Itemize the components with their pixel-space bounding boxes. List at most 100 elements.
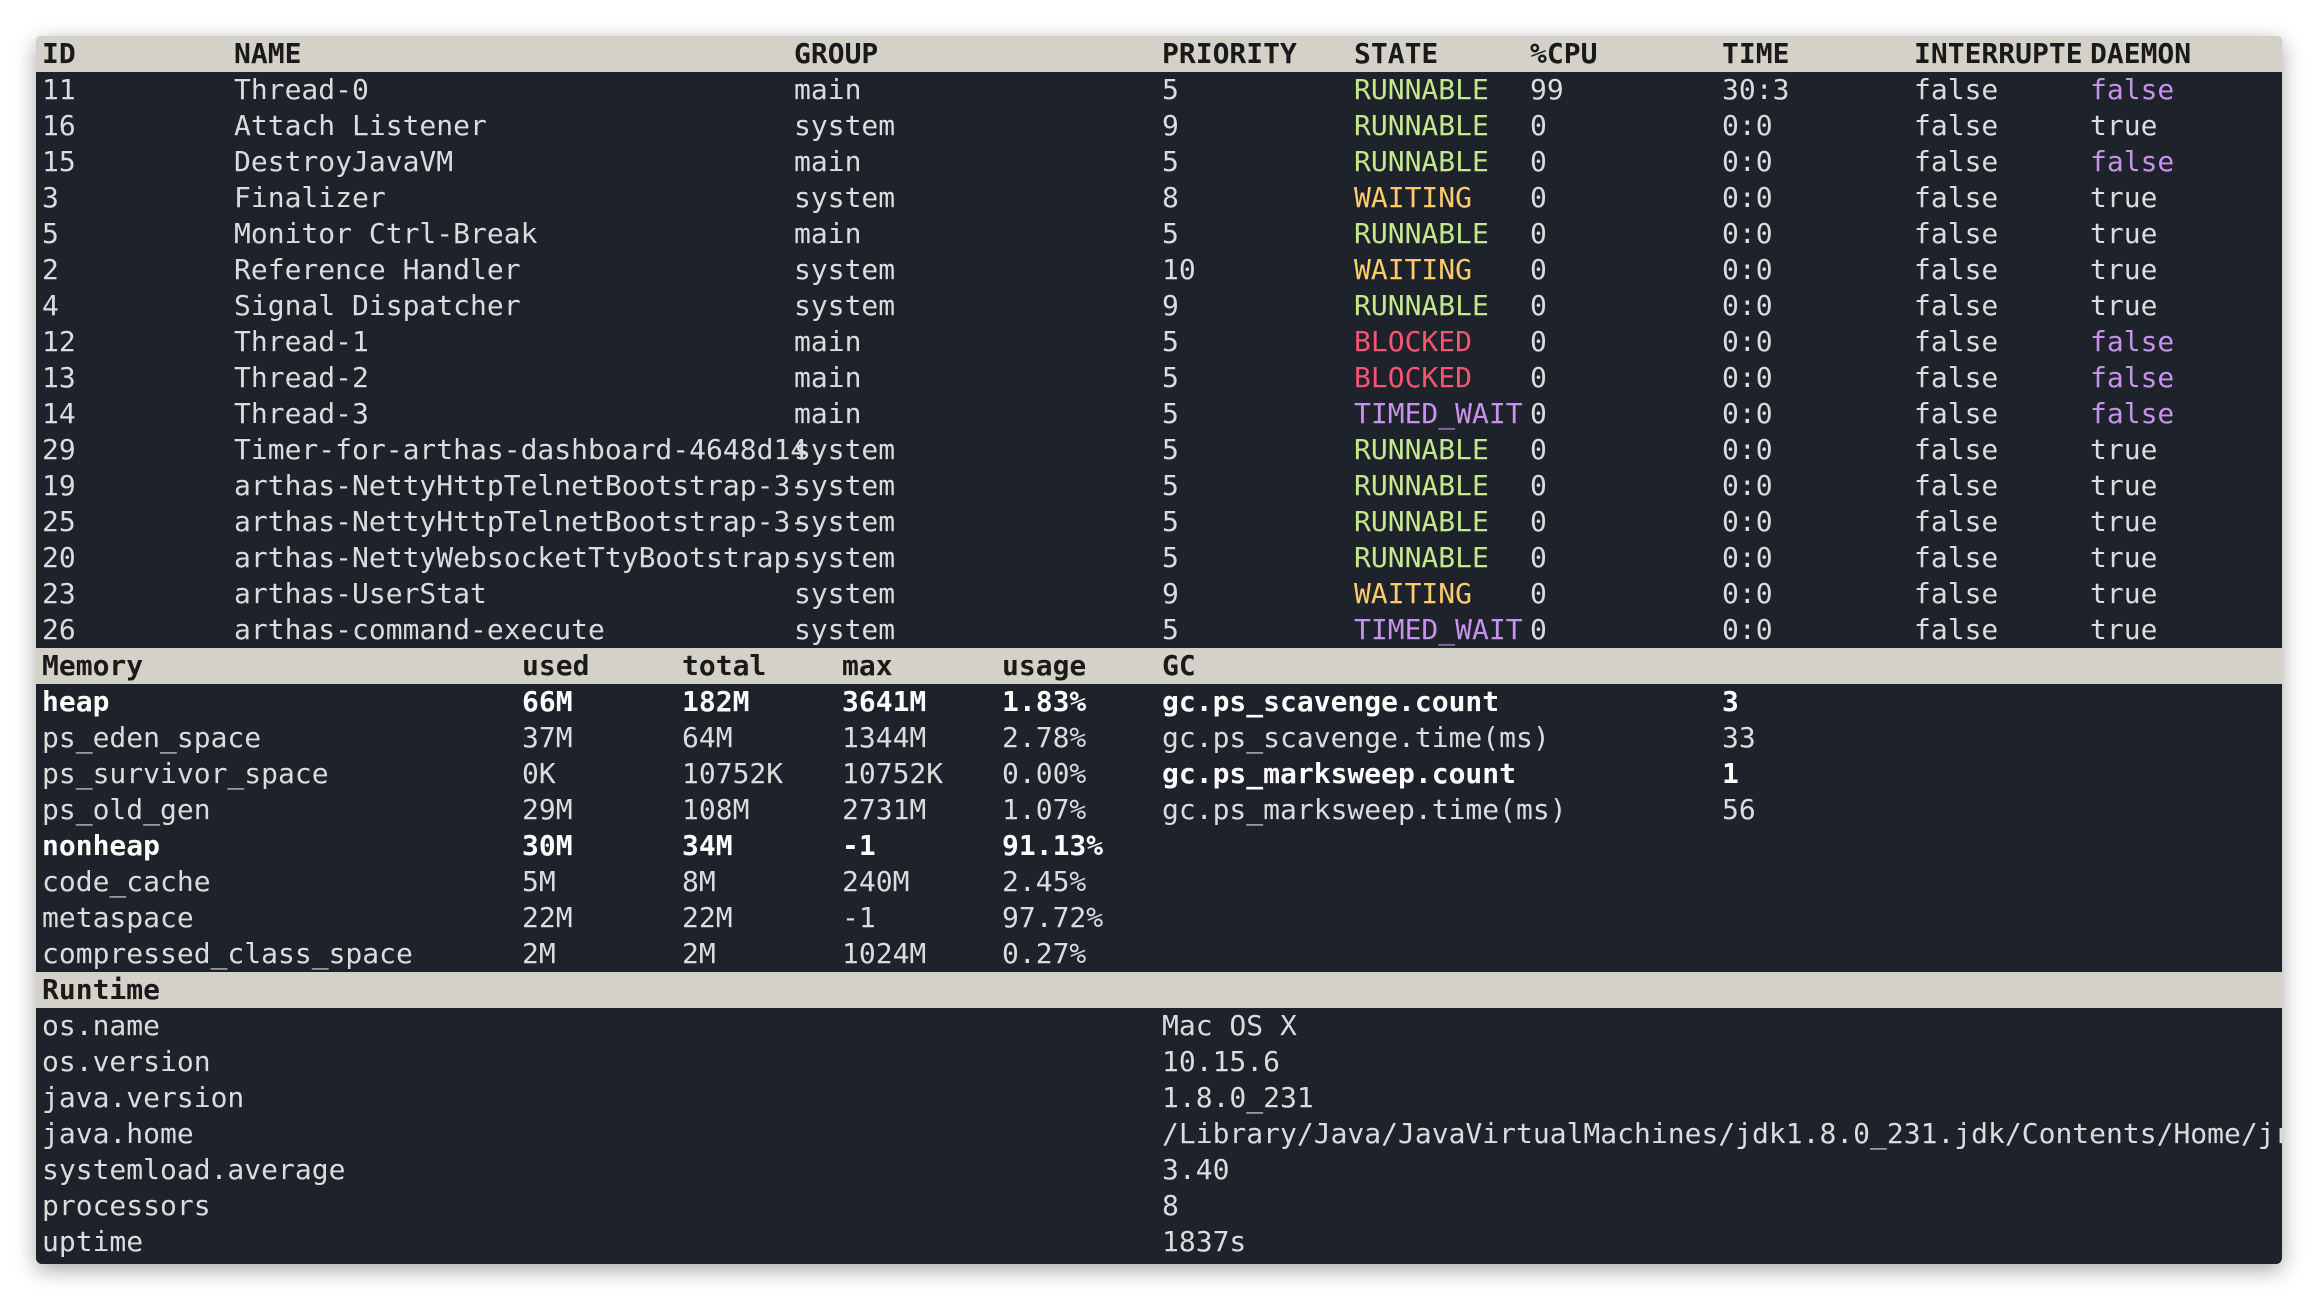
thread-state: RUNNABLE: [1354, 217, 1489, 250]
thread-daemon: true: [2090, 541, 2158, 574]
thread-id: 2: [42, 253, 59, 286]
thread-name: arthas-UserStat: [234, 577, 487, 610]
thread-row: 29 Timer-for-arthas-dashboard-4648d14 syst…: [36, 432, 2282, 468]
thread-id: 19: [42, 469, 76, 502]
memory-usage: 91.13%: [1002, 829, 1104, 862]
memory-name: metaspace: [42, 901, 194, 934]
thread-interrupted: false: [1914, 145, 1999, 178]
thread-state: RUNNABLE: [1354, 541, 1489, 574]
gc-value: 56: [1722, 793, 1756, 826]
memory-row: nonheap 30M 34M -1 91.13%: [36, 828, 2282, 864]
thread-name: Thread-0: [234, 73, 369, 106]
thread-time: 0:0: [1722, 181, 1773, 214]
thread-name: Timer-for-arthas-dashboard-4648d14: [234, 433, 808, 466]
runtime-value: 10.15.6: [1162, 1045, 1281, 1078]
thread-daemon: true: [2090, 505, 2158, 538]
thread-daemon: false: [2090, 325, 2175, 358]
memory-total: 8M: [682, 865, 716, 898]
thread-name: Monitor Ctrl-Break: [234, 217, 538, 250]
thread-id: 13: [42, 361, 76, 394]
thread-group: system: [794, 181, 896, 214]
thread-row: 19 arthas-NettyHttpTelnetBootstrap-3- syst…: [36, 468, 2282, 504]
runtime-row: processors 8: [36, 1188, 2282, 1224]
memory-used: 2M: [522, 937, 556, 970]
runtime-row: systemload.average 3.40: [36, 1152, 2282, 1188]
thread-name: Thread-3: [234, 397, 369, 430]
col-name-header: NAME: [234, 37, 302, 70]
thread-daemon: true: [2090, 217, 2158, 250]
thread-interrupted: false: [1914, 73, 1999, 106]
thread-interrupted: false: [1914, 217, 1999, 250]
thread-cpu: 0: [1530, 577, 1547, 610]
memory-name: compressed_class_space: [42, 937, 413, 970]
thread-group: main: [794, 361, 862, 394]
col-interrupted-header: INTERRUPTE: [1914, 37, 2083, 70]
thread-id: 5: [42, 217, 59, 250]
memory-usage: 2.45%: [1002, 865, 1087, 898]
thread-name: arthas-command-execute: [234, 613, 605, 646]
thread-time: 0:0: [1722, 433, 1773, 466]
total-header: total: [682, 649, 767, 682]
thread-time: 0:0: [1722, 109, 1773, 142]
thread-cpu: 0: [1530, 145, 1547, 178]
max-header: max: [842, 649, 893, 682]
thread-cpu: 0: [1530, 217, 1547, 250]
thread-time: 0:0: [1722, 325, 1773, 358]
thread-row: 26 arthas-command-execute system 5 TIMED_WAI…: [36, 612, 2282, 648]
thread-row: 5 Monitor Ctrl-Break main 5 RUNNABLE 0 0:0 fals…: [36, 216, 2282, 252]
thread-priority: 5: [1162, 469, 1179, 502]
gc-value: 33: [1722, 721, 1756, 754]
thread-id: 26: [42, 613, 76, 646]
gc-value: 3: [1722, 685, 1739, 718]
gc-row: gc.ps_marksweep.count 1: [36, 756, 2282, 792]
thread-group: main: [794, 397, 862, 430]
thread-group: main: [794, 217, 862, 250]
runtime-value: 8: [1162, 1189, 1179, 1222]
thread-cpu: 0: [1530, 289, 1547, 322]
memory-total: 2M: [682, 937, 716, 970]
thread-interrupted: false: [1914, 541, 1999, 574]
thread-priority: 8: [1162, 181, 1179, 214]
col-cpu-header: %CPU: [1530, 37, 1598, 70]
thread-id: 20: [42, 541, 76, 574]
memory-row: code_cache 5M 8M 240M 2.45%: [36, 864, 2282, 900]
thread-row: 20 arthas-NettyWebsocketTtyBootstrap-syst…: [36, 540, 2282, 576]
thread-daemon: true: [2090, 577, 2158, 610]
thread-cpu: 0: [1530, 613, 1547, 646]
thread-time: 0:0: [1722, 289, 1773, 322]
thread-group: main: [794, 145, 862, 178]
memory-header: Memory: [42, 649, 144, 682]
runtime-key: systemload.average: [42, 1153, 346, 1186]
thread-row: 13 Thread-2 main 5 BLOCKED 0 0:0 false false: [36, 360, 2282, 396]
thread-time: 0:0: [1722, 469, 1773, 502]
thread-state: TIMED_WAIT: [1354, 613, 1523, 646]
thread-daemon: true: [2090, 181, 2158, 214]
thread-cpu: 99: [1530, 73, 1564, 106]
memory-row: metaspace 22M 22M -1 97.72%: [36, 900, 2282, 936]
thread-name: Thread-1: [234, 325, 369, 358]
thread-priority: 5: [1162, 145, 1179, 178]
memory-table-header: Memory used total max usage GC: [36, 648, 2282, 684]
thread-name: Thread-2: [234, 361, 369, 394]
thread-cpu: 0: [1530, 433, 1547, 466]
gc-row: gc.ps_scavenge.count 3: [36, 684, 2282, 720]
thread-interrupted: false: [1914, 433, 1999, 466]
gc-value: 1: [1722, 757, 1739, 790]
thread-state: WAITING: [1354, 577, 1473, 610]
thread-priority: 5: [1162, 325, 1179, 358]
thread-interrupted: false: [1914, 505, 1999, 538]
used-header: used: [522, 649, 590, 682]
thread-priority: 9: [1162, 289, 1179, 322]
thread-row: 14 Thread-3 main 5 TIMED_WAIT 0 0:0 false false: [36, 396, 2282, 432]
thread-time: 0:0: [1722, 217, 1773, 250]
thread-row: 4 Signal Dispatcher system 9 RUNNABLE 0 0:0 fal…: [36, 288, 2282, 324]
gc-key: gc.ps_marksweep.time(ms): [1162, 793, 1567, 826]
col-daemon-header: DAEMON: [2090, 37, 2192, 70]
runtime-row: java.version 1.8.0_231: [36, 1080, 2282, 1116]
thread-priority: 5: [1162, 397, 1179, 430]
thread-daemon: true: [2090, 109, 2158, 142]
thread-name: DestroyJavaVM: [234, 145, 454, 178]
thread-priority: 5: [1162, 361, 1179, 394]
runtime-value: /Library/Java/JavaVirtualMachines/jdk1.8…: [1162, 1117, 2282, 1150]
thread-priority: 5: [1162, 613, 1179, 646]
